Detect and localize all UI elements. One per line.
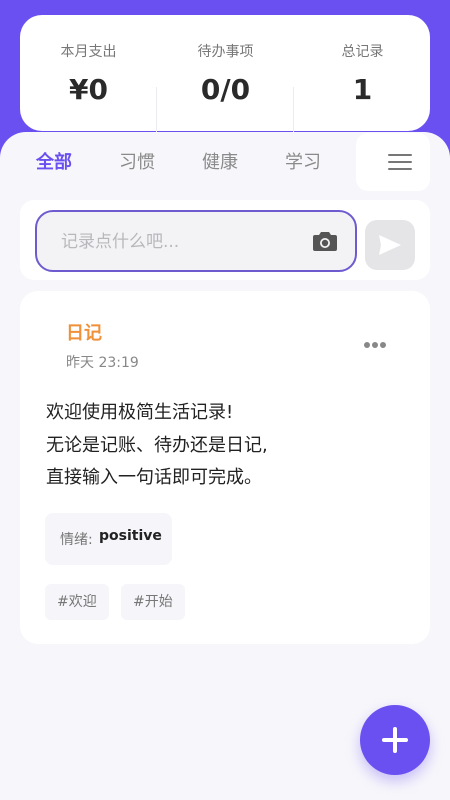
stat-value: 1: [352, 73, 373, 106]
entry-card[interactable]: 日记 昨天 23:19 欢迎使用极简生活记录! 无论是记账、待办还是日记, 直接…: [20, 291, 430, 644]
send-icon: [379, 235, 401, 255]
tag-chip[interactable]: #开始: [121, 584, 185, 620]
more-button[interactable]: [360, 335, 390, 357]
tab-all[interactable]: 全部: [36, 148, 72, 174]
send-button[interactable]: [365, 220, 415, 270]
tag-chip[interactable]: #欢迎: [45, 584, 109, 620]
tab-health[interactable]: 健康: [202, 148, 238, 174]
stat-value: 0/0: [200, 73, 251, 106]
input-container: [35, 210, 357, 272]
mood-chip: 情绪: positive: [45, 513, 172, 565]
entry-text-line: 欢迎使用极简生活记录!: [46, 402, 234, 423]
stat-total-records[interactable]: 总记录 1: [294, 15, 431, 131]
quick-input-card: [20, 200, 430, 280]
add-record-button[interactable]: [360, 705, 430, 775]
stat-label: 总记录: [341, 44, 384, 60]
menu-icon: [388, 154, 412, 170]
stat-value: ¥0: [69, 73, 108, 106]
camera-icon[interactable]: [313, 230, 337, 252]
more-icon: [364, 342, 370, 348]
mood-label: 情绪:: [60, 532, 93, 548]
stat-label: 待办事项: [197, 44, 254, 60]
stats-card: 本月支出 ¥0 待办事项 0/0 总记录 1: [20, 15, 431, 137]
tab-habits[interactable]: 习惯: [119, 148, 155, 174]
entry-text-line: 直接输入一句话即可完成。: [46, 467, 262, 488]
stat-monthly-expense[interactable]: 本月支出 ¥0: [20, 15, 157, 131]
menu-button[interactable]: [356, 133, 430, 191]
tab-study[interactable]: 学习: [285, 148, 321, 174]
entry-text-line: 无论是记账、待办还是日记,: [46, 434, 268, 456]
entry-content: 欢迎使用极简生活记录! 无论是记账、待办还是日记, 直接输入一句话即可完成。: [46, 397, 406, 495]
entry-time: 昨天 23:19: [66, 355, 139, 371]
mood-value: positive: [99, 528, 162, 544]
entry-type: 日记: [66, 323, 102, 344]
record-input[interactable]: [59, 226, 293, 258]
stat-label: 本月支出: [60, 44, 117, 60]
stat-todos[interactable]: 待办事项 0/0: [157, 15, 294, 131]
